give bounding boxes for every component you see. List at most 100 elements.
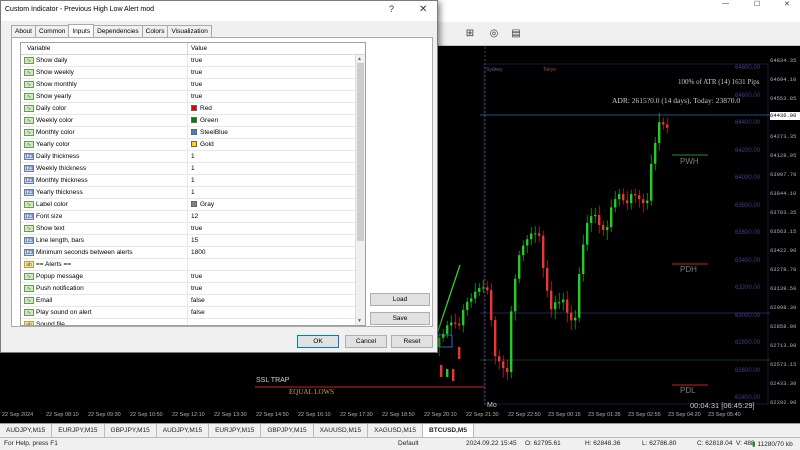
scroll-down-icon[interactable]: ▼ [357,318,362,324]
connection-icon: ▮ [752,441,756,448]
parameter-row[interactable]: ∿ Yearly color Gold [21,139,355,151]
parameter-value[interactable]: true [191,273,202,280]
save-button[interactable]: Save [370,312,430,325]
tab-dependencies[interactable]: Dependencies [93,25,143,37]
candle-body [458,347,461,359]
current-price-label: 64436.90 [770,112,800,120]
close-app-button[interactable]: ✕ [784,0,790,8]
parameter-value[interactable]: Red [191,105,212,112]
tab-visualization[interactable]: Visualization [167,25,212,37]
status-close: C: 62818.04 [697,440,733,447]
parameter-row[interactable]: ∿ Show monthly true [21,79,355,91]
parameter-value[interactable]: true [191,69,202,76]
parameter-value-text: 1800 [191,249,206,256]
parameter-value[interactable]: false [191,309,205,316]
parameter-value[interactable]: Gray [191,201,214,208]
tab-inputs[interactable]: Inputs [68,24,95,37]
symbol-tab[interactable]: GBPJPY,M15 [261,424,314,437]
parameter-value[interactable]: 1 [191,153,195,160]
parameter-row[interactable]: ∿ Show yearly true [21,91,355,103]
parameter-value[interactable]: 1 [191,165,195,172]
parameter-value[interactable]: true [191,57,202,64]
symbol-tab[interactable]: AUDJPY,M15 [157,424,210,437]
parameter-row[interactable]: ∿ Daily color Red [21,103,355,115]
symbol-tab[interactable]: BTCUSD,M5 [423,424,474,437]
parameter-value[interactable]: true [191,81,202,88]
minimize-button[interactable]: — [722,0,729,7]
parameter-value[interactable]: Gold [191,141,214,148]
symbol-tab[interactable]: EURJPY,M15 [209,424,262,437]
scroll-up-icon[interactable]: ▲ [357,56,362,62]
parameter-row[interactable]: 123 Font size 12 [21,211,355,223]
column-value[interactable]: Value [191,45,207,52]
price-tick-label: 64273.35 [770,133,797,140]
parameter-row[interactable]: 123 Monthly thickness 1 [21,175,355,187]
load-button[interactable]: Load [370,293,430,306]
parameter-value[interactable]: 15 [191,237,198,244]
column-divider[interactable] [187,43,188,55]
tab-colors[interactable]: Colors [141,25,169,37]
row-divider [187,223,188,235]
parameters-scrollbar[interactable]: ▲ ▼ [355,55,365,325]
parameter-row[interactable]: 123 Daily thickness 1 [21,151,355,163]
parameter-row[interactable]: ∿ Email false [21,295,355,307]
cancel-button[interactable]: Cancel [345,335,387,348]
tab-about[interactable]: About [11,25,36,37]
parameter-value[interactable]: 1800 [191,249,205,256]
candle-body [614,199,617,208]
parameter-value[interactable]: 12 [191,213,198,220]
parameter-row[interactable]: ∿ Show text true [21,223,355,235]
chart-template-icon[interactable]: ▤ [508,27,524,41]
dialog-titlebar[interactable]: Custom Indicator - Previous High Low Ale… [1,1,437,21]
parameter-row[interactable]: ∿ Play sound on alert false [21,307,355,319]
parameter-row[interactable]: ∿ Label color Gray [21,199,355,211]
tab-common[interactable]: Common [35,25,70,37]
parameter-row[interactable]: 123 Minimum seconds between alerts 1800 [21,247,355,259]
parameter-row[interactable]: ∿ Show weekly true [21,67,355,79]
adr-label: ADR: 2615?0.0 (14 days), Today: 23870.0 [612,96,741,105]
parameter-value[interactable]: true [191,225,202,232]
parameter-row[interactable]: ab == Alerts == [21,259,355,271]
maximize-button[interactable]: ☐ [754,0,760,8]
symbol-tab[interactable]: GBPJPY,M15 [105,424,157,437]
symbol-tab[interactable]: EURJPY,M15 [52,424,105,437]
parameter-value[interactable]: 1 [191,177,195,184]
pdh-label: PDH [680,265,697,274]
symbol-tab[interactable]: XAGUSD,M15 [368,424,424,437]
bool-param-icon: ∿ [24,117,34,124]
parameter-value[interactable]: SteelBlue [191,129,228,136]
parameter-row[interactable]: 123 Weekly thickness 1 [21,163,355,175]
row-divider [187,199,188,211]
help-button[interactable]: ? [389,4,394,14]
dialog-close-button[interactable]: ✕ [419,4,427,15]
parameter-row[interactable]: 123 Line length, bars 15 [21,235,355,247]
parameter-row[interactable]: ∿ Monthly color SteelBlue [21,127,355,139]
parameter-name: Yearly color [36,141,70,148]
new-order-icon[interactable]: ⊞ [462,27,478,41]
parameter-value[interactable]: 1 [191,189,195,196]
column-variable[interactable]: Variable [27,45,50,52]
candle-body [442,333,445,338]
parameter-value[interactable]: true [191,285,202,292]
parameter-value-text: SteelBlue [200,129,228,136]
parameter-value[interactable]: Green [191,117,218,124]
symbol-tab[interactable]: XAUUSD,M15 [314,424,369,437]
inputs-panel: Variable Value ∿ Show daily true ∿ Show week… [11,37,433,327]
reset-button[interactable]: Reset [391,335,433,348]
parameter-row[interactable]: ∿ Show daily true [21,55,355,67]
ok-button[interactable]: OK [297,335,339,348]
candle-body [658,122,661,143]
parameter-value[interactable]: false [191,297,205,304]
parameter-row[interactable]: ∿ Push notification true [21,283,355,295]
symbol-tab[interactable]: AUDJPY,M15 [0,424,53,437]
parameter-value[interactable]: true [191,93,202,100]
parameter-row[interactable]: 123 Yearly thickness 1 [21,187,355,199]
parameter-row[interactable]: ∿ Popup message true [21,271,355,283]
parameter-name: Play sound on alert [36,309,92,316]
price-tick-label: 64694.10 [770,76,797,83]
zoom-icon[interactable]: ◎ [486,27,502,41]
parameter-row[interactable]: ab Sound file [21,319,355,325]
parameter-row[interactable]: ∿ Weekly color Green [21,115,355,127]
candle-body [514,278,517,312]
scroll-thumb[interactable] [357,63,364,241]
